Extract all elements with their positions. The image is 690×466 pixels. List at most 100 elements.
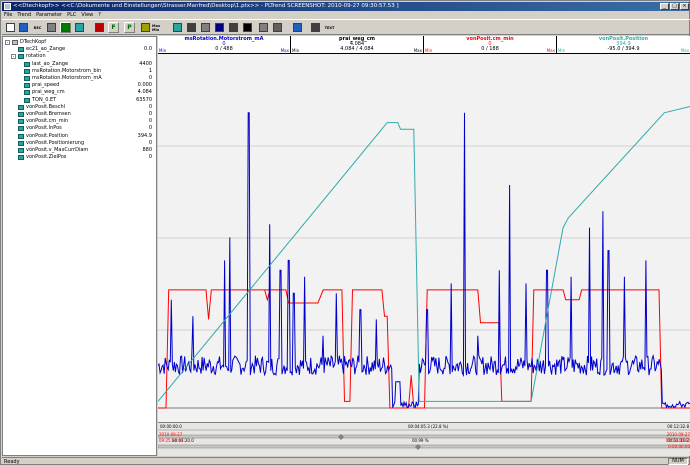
channel-max-label: Max	[413, 48, 422, 53]
max-min-button[interactable]: Max Min	[152, 22, 163, 33]
tree-item-value: 63570	[136, 96, 152, 103]
tree-item[interactable]: vonPosit.ZielPos 0	[3, 154, 156, 161]
channel-header[interactable]: msRotation.Motorstrom_mA 0 0 / 488 Min Max	[158, 36, 291, 54]
play-button[interactable]	[60, 22, 71, 33]
variable-icon	[24, 61, 30, 67]
tree-item-label: msRotation.Motorstrom_bin	[32, 67, 102, 74]
toolbar: REC F P Max Min TEXT	[2, 19, 690, 35]
tree-item[interactable]: vonPosit.Beschl 0	[3, 104, 156, 111]
chart-icon	[173, 23, 182, 32]
menu-plc[interactable]: PLC	[67, 11, 76, 19]
table-button[interactable]	[272, 22, 283, 33]
tree-item[interactable]: vonPosit.Positionierung 0	[3, 140, 156, 147]
variable-icon	[24, 76, 30, 81]
tree-item-label: vonPosit.v_MaxCurrDiam	[26, 147, 89, 153]
tree-item[interactable]: last_ao_Zange 4400	[3, 61, 156, 68]
tree-item[interactable]: vonPosit.InPos 0	[3, 125, 156, 132]
time-track-bottom[interactable]	[157, 444, 690, 449]
tree-item[interactable]: prai_speed 0.000	[3, 82, 156, 89]
variable-icon	[18, 54, 24, 60]
tree-item-label: vonPosit.ZielPos	[26, 154, 67, 161]
tree-item-value: 0.000	[137, 82, 152, 89]
start-date: 2010-09-27	[159, 432, 183, 437]
trend-chart[interactable]: msRotation.Motorstrom_mA 0 0 / 488 Min Max pr…	[157, 36, 690, 456]
menu-parameter[interactable]: Parameter	[36, 11, 62, 19]
trigger-icon	[215, 23, 224, 32]
save-button[interactable]	[18, 22, 29, 33]
pause-button[interactable]: P	[124, 22, 135, 33]
app-icon	[4, 3, 11, 10]
trigger-button[interactable]	[214, 22, 225, 33]
zoom-button[interactable]	[200, 22, 211, 33]
tree-item[interactable]: vonPosit.cm_min 0	[3, 118, 156, 125]
flag-button[interactable]: F	[108, 22, 119, 33]
tree-item[interactable]: TON_0.ET 63570	[3, 97, 156, 104]
print-button[interactable]	[228, 22, 239, 33]
new-button[interactable]	[5, 22, 16, 33]
chart-button[interactable]	[172, 22, 183, 33]
grid-button[interactable]	[258, 22, 269, 33]
variable-icon	[18, 104, 24, 110]
variable-icon	[24, 83, 30, 89]
title-bar: <<Dtechkopf>> <<C:\Dokumente und Einstel…	[2, 2, 690, 11]
time-right-top: 00:12:32.8	[667, 424, 689, 429]
layout-button[interactable]	[46, 22, 57, 33]
tree-item-value: 1	[148, 67, 152, 74]
wheel-icon	[311, 23, 320, 32]
menu-view[interactable]: View	[81, 11, 93, 19]
channel-header[interactable]: prai_weg_cm 4.084 4.084 / 4.084 Min Max	[291, 36, 424, 54]
tree-item[interactable]: - rotation	[3, 53, 156, 60]
arrows-button[interactable]	[292, 22, 303, 33]
cursor-button[interactable]	[186, 22, 197, 33]
tree-item-label: DTechKopf	[20, 39, 47, 45]
close-button[interactable]: ×	[680, 3, 689, 10]
tree-item-value: 4.084	[137, 89, 152, 96]
text-button[interactable]: TEXT	[324, 22, 335, 33]
close-x-button[interactable]	[242, 22, 253, 33]
tree-item[interactable]: vonPosit.v_MaxCurrDiam 880	[3, 147, 156, 154]
tree-item[interactable]: msRotation.Motorstrom_mA 0	[3, 75, 156, 82]
record-button[interactable]	[94, 22, 105, 33]
tree-item-value: 0	[148, 103, 152, 110]
channel-min-label: Min	[292, 48, 300, 53]
tree-item-label: vonPosit.Positionierung	[26, 139, 85, 146]
tree-item[interactable]: ec21_ao_Zange 0.0	[3, 46, 156, 53]
variable-icon	[18, 47, 24, 53]
marker-button[interactable]	[140, 22, 151, 33]
variable-tree[interactable]: - DTechKopf ec21_ao_Zange 0.0 - rotation last_…	[2, 36, 157, 456]
end-date: 2010-09-27	[666, 432, 690, 437]
tree-item[interactable]: msRotation.Motorstrom_bin 1	[3, 68, 156, 75]
tree-item[interactable]: vonPosit.Bremsen 0	[3, 111, 156, 118]
plot-area[interactable]	[157, 54, 690, 422]
tree-item[interactable]: vonPosit.Position 394.9	[3, 133, 156, 140]
channel-header[interactable]: vonPosit.Position 394.9 -95.0 / 394.9 Min Ma…	[557, 36, 690, 54]
arrows-icon	[293, 23, 302, 32]
num-lock-indicator: NUM	[668, 458, 688, 465]
expand-toggle-icon[interactable]: -	[5, 40, 10, 45]
play-icon	[61, 23, 70, 32]
channel-header[interactable]: vonPosit.cm_min 0 0 / 188 Min Max	[424, 36, 557, 54]
expand-toggle-icon[interactable]: -	[11, 54, 16, 60]
variable-icon	[18, 148, 24, 153]
time-scrollbar[interactable]: 00:00:00.0 00:04:05.3 (22.8 %) 00:12:32.…	[157, 422, 690, 456]
tree-item[interactable]: prai_weg_cm 4.084	[3, 89, 156, 96]
maximize-button[interactable]: □	[670, 3, 679, 10]
flag-icon: F	[111, 24, 116, 31]
channel-min-label: Min	[425, 48, 433, 53]
end-time: 09:28:06:60	[665, 438, 690, 443]
save-icon	[19, 23, 28, 32]
menu-trend[interactable]: Trend	[17, 11, 31, 19]
table-icon	[273, 23, 282, 32]
trend-plot[interactable]	[157, 54, 690, 422]
text-icon: TEXT	[324, 25, 335, 30]
tree-item[interactable]: - DTechKopf	[3, 39, 156, 46]
wheel-button[interactable]	[310, 22, 321, 33]
menu-help[interactable]: ?	[98, 11, 101, 19]
grid-icon	[259, 23, 268, 32]
open-rec-button[interactable]: REC	[32, 22, 43, 33]
menu-file[interactable]: File	[4, 11, 12, 19]
channel-min-label: Min	[159, 48, 167, 53]
scope-icon	[75, 23, 84, 32]
minimize-button[interactable]: _	[660, 3, 669, 10]
scope-button[interactable]	[74, 22, 85, 33]
